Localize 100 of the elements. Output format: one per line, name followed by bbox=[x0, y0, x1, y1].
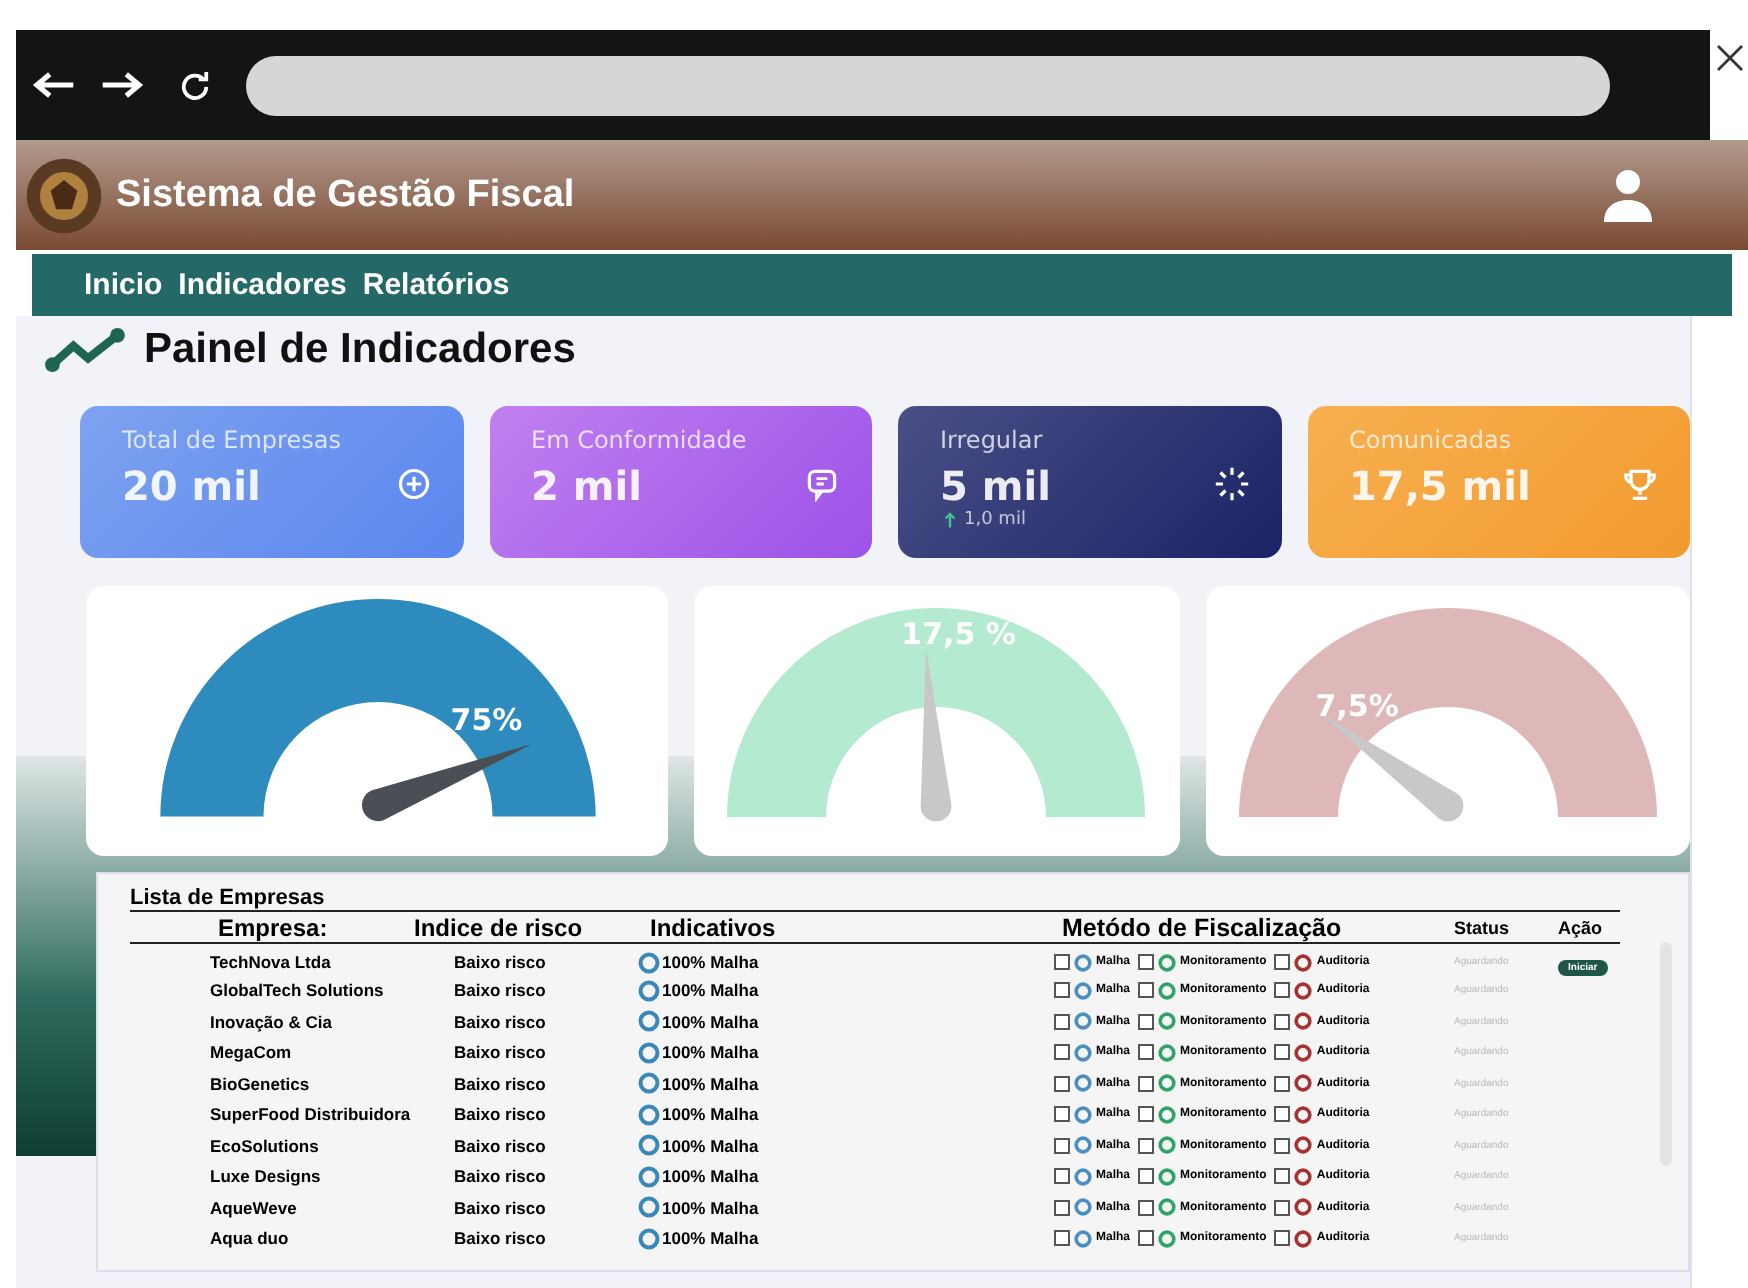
checkbox[interactable] bbox=[1274, 1013, 1291, 1030]
ring-icon bbox=[638, 1227, 660, 1250]
table-cell-text: Baixo risco bbox=[454, 1073, 548, 1094]
gauge-reading: 7,5% bbox=[1315, 687, 1399, 724]
table-cell-text: EcoSolutions bbox=[210, 1135, 321, 1156]
card-note: 1,0 mil bbox=[964, 510, 1026, 530]
table-cell-text: Baixo risco bbox=[454, 1011, 548, 1032]
reload-icon[interactable] bbox=[180, 70, 210, 100]
checkbox[interactable] bbox=[1138, 1168, 1155, 1185]
page-title: Painel de Indicadores bbox=[144, 326, 576, 374]
card-value: 2 mil bbox=[531, 462, 644, 510]
back-icon[interactable] bbox=[32, 70, 76, 100]
checkbox[interactable] bbox=[1138, 1075, 1155, 1092]
card-label: Em Conformidade bbox=[531, 426, 747, 454]
ring-icon bbox=[638, 1010, 660, 1033]
checkbox[interactable] bbox=[1054, 982, 1070, 999]
table-cell-text: Baixo risco bbox=[454, 1197, 548, 1218]
card-label: Comunicadas bbox=[1349, 426, 1514, 454]
ring-icon bbox=[638, 1134, 660, 1157]
checkbox[interactable] bbox=[1054, 1137, 1070, 1154]
trend-icon bbox=[44, 326, 128, 374]
checkbox[interactable] bbox=[1274, 1075, 1291, 1092]
checkbox[interactable] bbox=[1138, 1013, 1155, 1030]
table-cell-text: Baixo risco bbox=[454, 1042, 548, 1063]
checkbox[interactable] bbox=[1274, 1137, 1291, 1154]
forward-icon[interactable] bbox=[100, 70, 144, 100]
card-value: 5 mil bbox=[940, 462, 1051, 510]
checkbox[interactable] bbox=[1054, 954, 1070, 970]
table-cell-text: SuperFood Distribuidora bbox=[210, 1104, 413, 1125]
ring-icon bbox=[638, 1041, 660, 1064]
ring-icon bbox=[638, 979, 660, 1002]
checkbox[interactable] bbox=[1138, 1199, 1155, 1216]
user-icon[interactable] bbox=[1598, 165, 1658, 225]
message-icon bbox=[804, 466, 840, 502]
table-cell-text: GlobalTech Solutions bbox=[210, 980, 386, 1001]
card-label: Total de Empresas bbox=[122, 426, 341, 454]
table-cell-text: BioGenetics bbox=[210, 1073, 312, 1094]
checkbox[interactable] bbox=[1054, 1013, 1070, 1030]
column-header: Status bbox=[1454, 917, 1510, 937]
table-cell-text: Baixo risco bbox=[454, 1135, 548, 1156]
table-cell: 100% Malha bbox=[662, 1228, 759, 1249]
checkbox[interactable] bbox=[1054, 1075, 1070, 1092]
table-cell: 100% Malha bbox=[662, 1073, 759, 1094]
table-cell-text: Baixo risco bbox=[454, 1104, 548, 1125]
ring-icon bbox=[638, 1165, 660, 1188]
checkbox[interactable] bbox=[1274, 1199, 1291, 1216]
ring-icon bbox=[638, 1072, 660, 1095]
logo-icon bbox=[24, 155, 104, 235]
checkbox[interactable] bbox=[1138, 982, 1155, 999]
checkbox[interactable] bbox=[1138, 1044, 1155, 1061]
nav-link[interactable]: Indicadores bbox=[178, 268, 347, 302]
column-header: Empresa: bbox=[216, 913, 328, 941]
checkbox[interactable] bbox=[1138, 954, 1155, 970]
table-cell-text: Baixo risco bbox=[454, 952, 548, 972]
column-header: Metódo de Fiscalização bbox=[1062, 913, 1342, 941]
checkbox[interactable] bbox=[1054, 1230, 1070, 1247]
table-cell-text: Luxe Designs bbox=[210, 1166, 323, 1187]
checkbox[interactable] bbox=[1054, 1044, 1070, 1061]
table-cell-text: TechNova Ltda bbox=[210, 952, 333, 972]
table-cell-text: MegaCom bbox=[210, 1042, 294, 1063]
table-cell-text: Inovação & Cia bbox=[210, 1011, 334, 1032]
spinner-icon bbox=[1213, 466, 1249, 502]
checkbox[interactable] bbox=[1274, 1106, 1291, 1123]
table-cell-text: Baixo risco bbox=[454, 1166, 548, 1187]
checkbox[interactable] bbox=[1138, 1137, 1155, 1154]
ring-icon bbox=[638, 1196, 660, 1219]
checkbox[interactable] bbox=[1054, 1106, 1070, 1123]
table-cell: 100% Malha bbox=[662, 1166, 759, 1187]
table-cell: 100% Malha bbox=[662, 1011, 759, 1032]
plus-circle-icon bbox=[395, 466, 431, 502]
checkbox[interactable] bbox=[1274, 954, 1291, 970]
card-value: 20 mil bbox=[122, 462, 263, 510]
card-label: Irregular bbox=[940, 426, 1045, 454]
close-icon[interactable] bbox=[1716, 44, 1744, 72]
table-cell: 100% Malha bbox=[662, 1135, 759, 1156]
table-cell: 100% Malha bbox=[662, 980, 759, 1001]
nav-link[interactable]: Inicio bbox=[84, 268, 163, 302]
table-cell: 100% Malha bbox=[662, 1197, 759, 1218]
table-cell-text: Aqua duo bbox=[210, 1228, 291, 1249]
checkbox[interactable] bbox=[1054, 1168, 1070, 1185]
checkbox[interactable] bbox=[1274, 1168, 1291, 1185]
column-header: Ação bbox=[1558, 917, 1603, 937]
column-header: Indice de risco bbox=[414, 913, 583, 941]
ring-icon bbox=[638, 1103, 660, 1126]
table-cell: 100% Malha bbox=[662, 1104, 759, 1125]
nav-link[interactable]: Relatórios bbox=[362, 268, 510, 302]
gauge-reading: 75% bbox=[450, 702, 523, 738]
gauge-reading: 17,5 % bbox=[901, 615, 1016, 652]
table-cell-text: AqueWeve bbox=[210, 1197, 299, 1218]
trophy-icon bbox=[1622, 466, 1658, 502]
table-cell: 100% Malha bbox=[662, 1042, 759, 1063]
checkbox[interactable] bbox=[1138, 1106, 1155, 1123]
checkbox[interactable] bbox=[1274, 1230, 1291, 1247]
checkbox[interactable] bbox=[1138, 1230, 1155, 1247]
checkbox[interactable] bbox=[1274, 982, 1291, 999]
address-bar[interactable] bbox=[246, 55, 1610, 115]
table-cell: 100% Malha bbox=[662, 952, 759, 972]
ring-icon bbox=[638, 951, 660, 973]
checkbox[interactable] bbox=[1274, 1044, 1291, 1061]
checkbox[interactable] bbox=[1054, 1199, 1070, 1216]
